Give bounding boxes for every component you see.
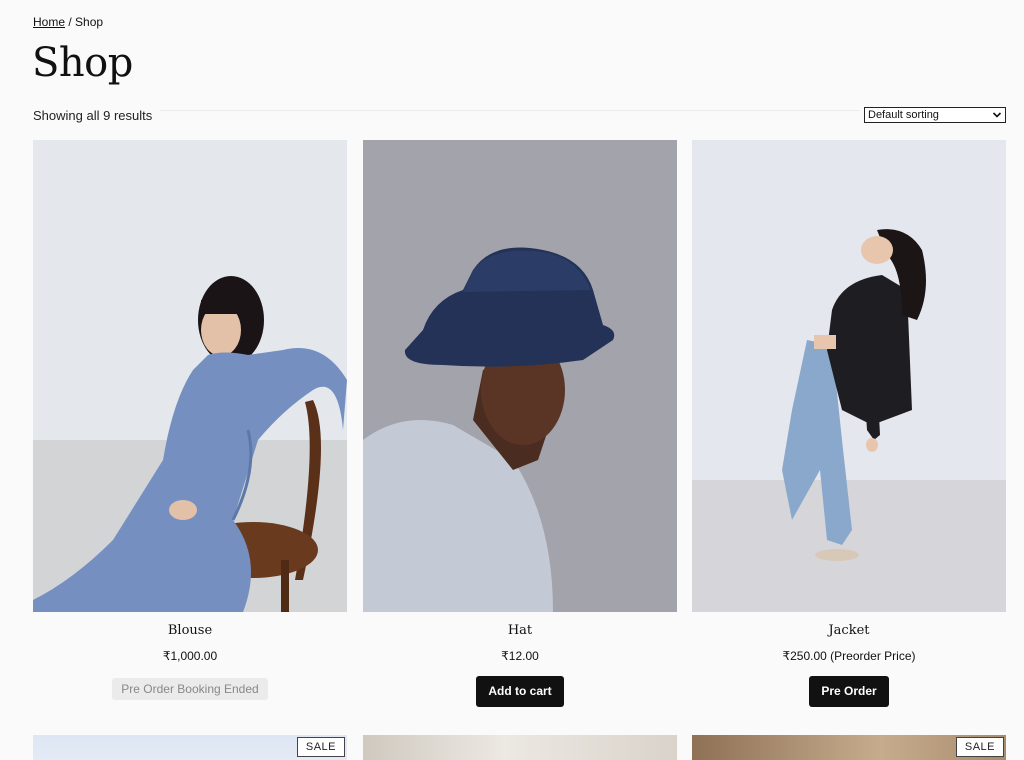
breadcrumb-home-link[interactable]: Home <box>33 15 65 29</box>
sort-select[interactable]: Default sorting <box>864 107 1006 123</box>
product-price: ₹1,000.00 <box>162 649 218 663</box>
breadcrumb: Home / Shop <box>33 15 103 29</box>
product-card-jacket: Jacket ₹250.00 (Preorder Price) Pre Orde… <box>692 140 1006 707</box>
product-card-row2-3[interactable]: SALE <box>692 735 1006 760</box>
product-name[interactable]: Blouse <box>33 623 347 638</box>
pre-order-button[interactable]: Pre Order <box>809 676 889 707</box>
sale-badge: SALE <box>296 737 345 757</box>
sale-badge: SALE <box>955 737 1004 757</box>
blouse-photo <box>33 140 347 612</box>
breadcrumb-separator: / <box>65 15 76 29</box>
product-card-blouse: Blouse ₹1,000.00 Pre Order Booking Ended <box>33 140 347 700</box>
add-to-cart-button[interactable]: Add to cart <box>476 676 564 707</box>
product-card-row2-2[interactable] <box>363 735 677 760</box>
hat-photo <box>363 140 677 612</box>
pre-order-ended-button: Pre Order Booking Ended <box>112 678 268 700</box>
chevron-down-icon <box>992 112 1002 118</box>
page-title: Shop <box>32 40 133 86</box>
product-card-hat: Hat ₹12.00 Add to cart <box>363 140 677 707</box>
product-card-row2-1[interactable]: SALE <box>33 735 347 760</box>
jacket-photo <box>692 140 1006 612</box>
product-image-blouse[interactable] <box>33 140 347 612</box>
product-name[interactable]: Jacket <box>692 623 1006 638</box>
toolbar-divider <box>160 110 860 111</box>
product-name[interactable]: Hat <box>363 623 677 638</box>
product-image-hat[interactable] <box>363 140 677 612</box>
result-count: Showing all 9 results <box>33 108 153 123</box>
breadcrumb-current: Shop <box>75 15 104 29</box>
sort-selected-value: Default sorting <box>868 109 939 121</box>
product-image-jacket[interactable] <box>692 140 1006 612</box>
product-price: ₹12.00 <box>501 649 539 663</box>
product-price: ₹250.00 (Preorder Price) <box>782 649 916 663</box>
